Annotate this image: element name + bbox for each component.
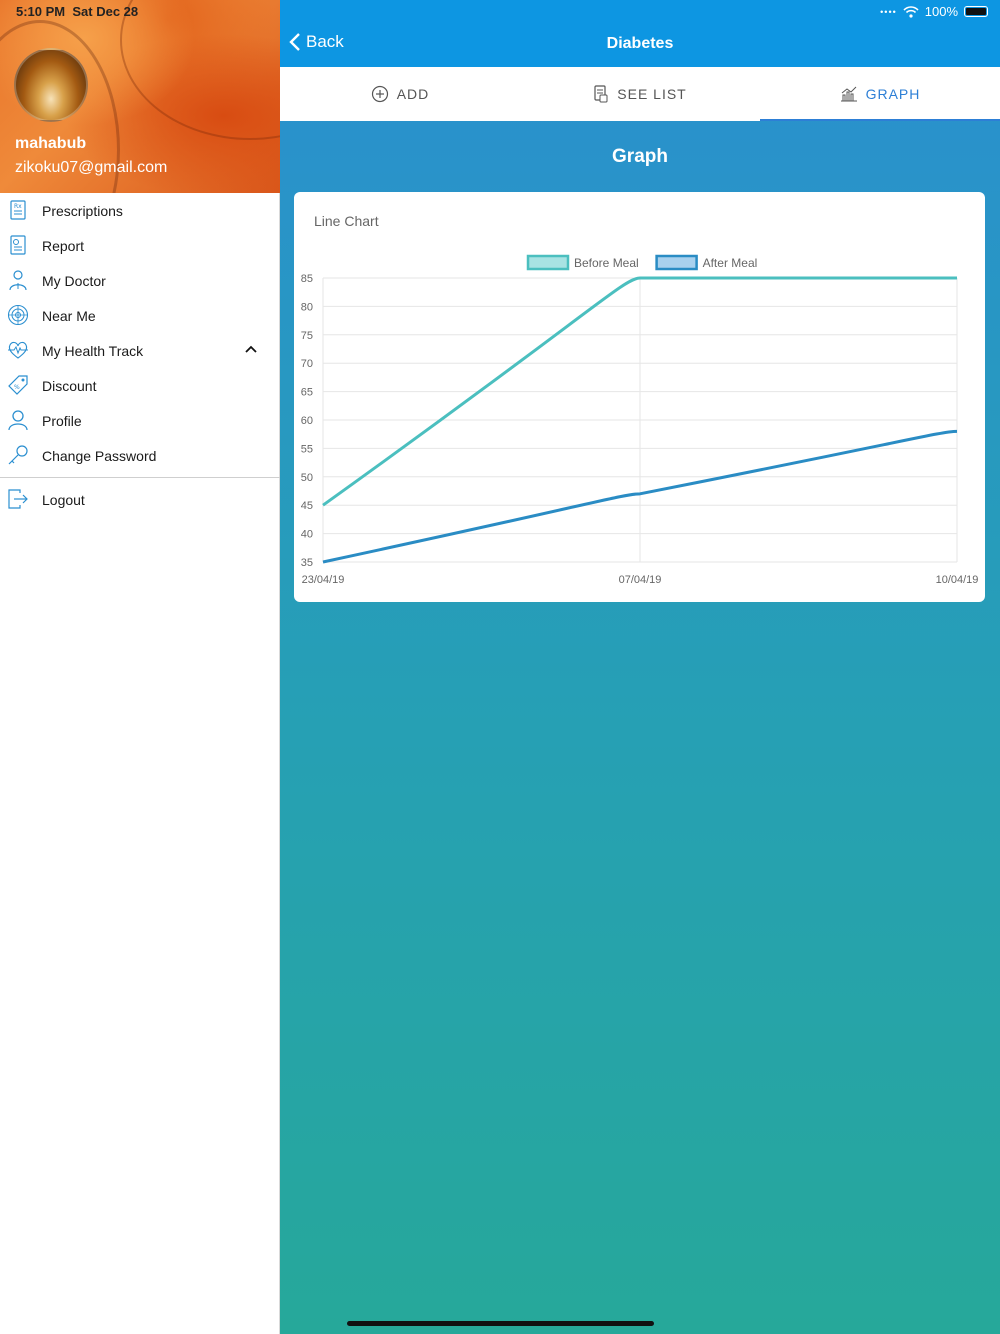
y-tick-label: 55 (301, 443, 313, 455)
home-indicator (347, 1321, 654, 1326)
y-tick-label: 70 (301, 358, 313, 370)
legend-label: Before Meal (574, 256, 639, 270)
person-icon (8, 410, 28, 431)
menu-item-discount[interactable]: % Discount (0, 368, 280, 403)
y-tick-label: 85 (301, 273, 313, 285)
menu-label: My Doctor (42, 272, 106, 289)
menu-item-prescriptions[interactable]: Rx Prescriptions (0, 193, 280, 228)
svg-text:%: % (14, 384, 20, 391)
key-icon (8, 445, 28, 465)
x-tick-label: 23/04/19 (302, 574, 345, 586)
menu-label: Prescriptions (42, 202, 123, 219)
battery-percent: 100% (924, 4, 958, 19)
chevron-up-icon[interactable] (244, 344, 258, 354)
menu-label: Discount (42, 377, 97, 394)
tab-label: ADD (396, 86, 430, 102)
user-email: zikoku07@gmail.com (15, 159, 168, 176)
tab-label: SEE LIST (617, 86, 687, 102)
menu-item-my-health-track[interactable]: My Health Track (0, 333, 280, 368)
legend-label: After Meal (703, 256, 758, 270)
prescription-icon: Rx (10, 200, 26, 220)
chart-icon (840, 86, 857, 102)
page-title: Diabetes (606, 35, 674, 52)
status-time-date: 5:10 PM Sat Dec 28 (16, 4, 139, 19)
x-tick-label: 07/04/19 (619, 574, 662, 586)
line-chart: 85 80 75 70 65 60 55 50 45 40 35 23/04/19 07/04/19 10… (301, 254, 979, 586)
list-document-icon (594, 85, 608, 103)
menu-item-near-me[interactable]: Near Me (0, 298, 280, 333)
drawer-menu: Rx Prescriptions Report My Doctor Near M… (0, 193, 280, 517)
status-indicators: •••• 100% (880, 4, 988, 19)
menu-item-change-password[interactable]: Change Password (0, 438, 280, 473)
heartbeat-icon (8, 341, 28, 359)
menu-label: My Health Track (42, 342, 144, 359)
y-tick-label: 60 (301, 415, 313, 427)
menu-label: Profile (42, 412, 82, 429)
menu-item-report[interactable]: Report (0, 228, 280, 263)
y-tick-label: 65 (301, 387, 313, 399)
menu-label: Change Password (42, 447, 157, 464)
signal-icon: •••• (880, 6, 897, 17)
svg-text:Rx: Rx (14, 203, 22, 210)
y-tick-label: 75 (301, 330, 313, 342)
tab-see-list[interactable]: SEE LIST (520, 67, 760, 121)
tab-add[interactable]: ADD (280, 67, 520, 121)
menu-divider (0, 477, 280, 478)
main-content: Back Diabetes •••• 100% ADD SEE LIST GRA… (280, 0, 1000, 1334)
y-tick-label: 45 (301, 500, 313, 512)
battery-icon (964, 6, 988, 17)
wifi-icon (903, 5, 919, 18)
user-name: mahabub (15, 135, 87, 152)
menu-label: Report (42, 237, 85, 254)
y-tick-label: 80 (301, 301, 313, 313)
logout-icon (8, 489, 28, 509)
side-drawer: 5:10 PM Sat Dec 28 mahabub zikoku07@gmai… (0, 0, 280, 1334)
add-circle-icon (371, 85, 388, 103)
tab-graph[interactable]: GRAPH (760, 67, 1000, 121)
avatar[interactable] (14, 48, 88, 122)
legend-swatch (655, 254, 698, 271)
y-tick-label: 40 (301, 529, 313, 541)
x-tick-label: 10/04/19 (936, 574, 979, 586)
report-icon (10, 235, 26, 255)
chart-card: Line Chart 85 80 75 70 65 60 55 50 45 40 35 23/04/1… (294, 192, 985, 602)
menu-label: Near Me (42, 307, 96, 324)
y-tick-label: 50 (301, 472, 313, 484)
menu-item-my-doctor[interactable]: My Doctor (0, 263, 280, 298)
legend-swatch (526, 254, 570, 271)
menu-item-profile[interactable]: Profile (0, 403, 280, 438)
drawer-header: 5:10 PM Sat Dec 28 mahabub zikoku07@gmai… (0, 0, 280, 193)
radar-icon (7, 304, 29, 326)
navigation-bar: Back Diabetes •••• 100% (280, 0, 1000, 67)
menu-label: Logout (42, 491, 85, 508)
tab-bar: ADD SEE LIST GRAPH (280, 67, 1000, 121)
discount-tag-icon: % (8, 375, 28, 395)
doctor-icon (9, 270, 27, 291)
menu-item-logout[interactable]: Logout (0, 482, 280, 517)
tab-label: GRAPH (865, 86, 921, 102)
y-tick-label: 35 (301, 557, 313, 569)
section-title: Graph (612, 146, 668, 167)
